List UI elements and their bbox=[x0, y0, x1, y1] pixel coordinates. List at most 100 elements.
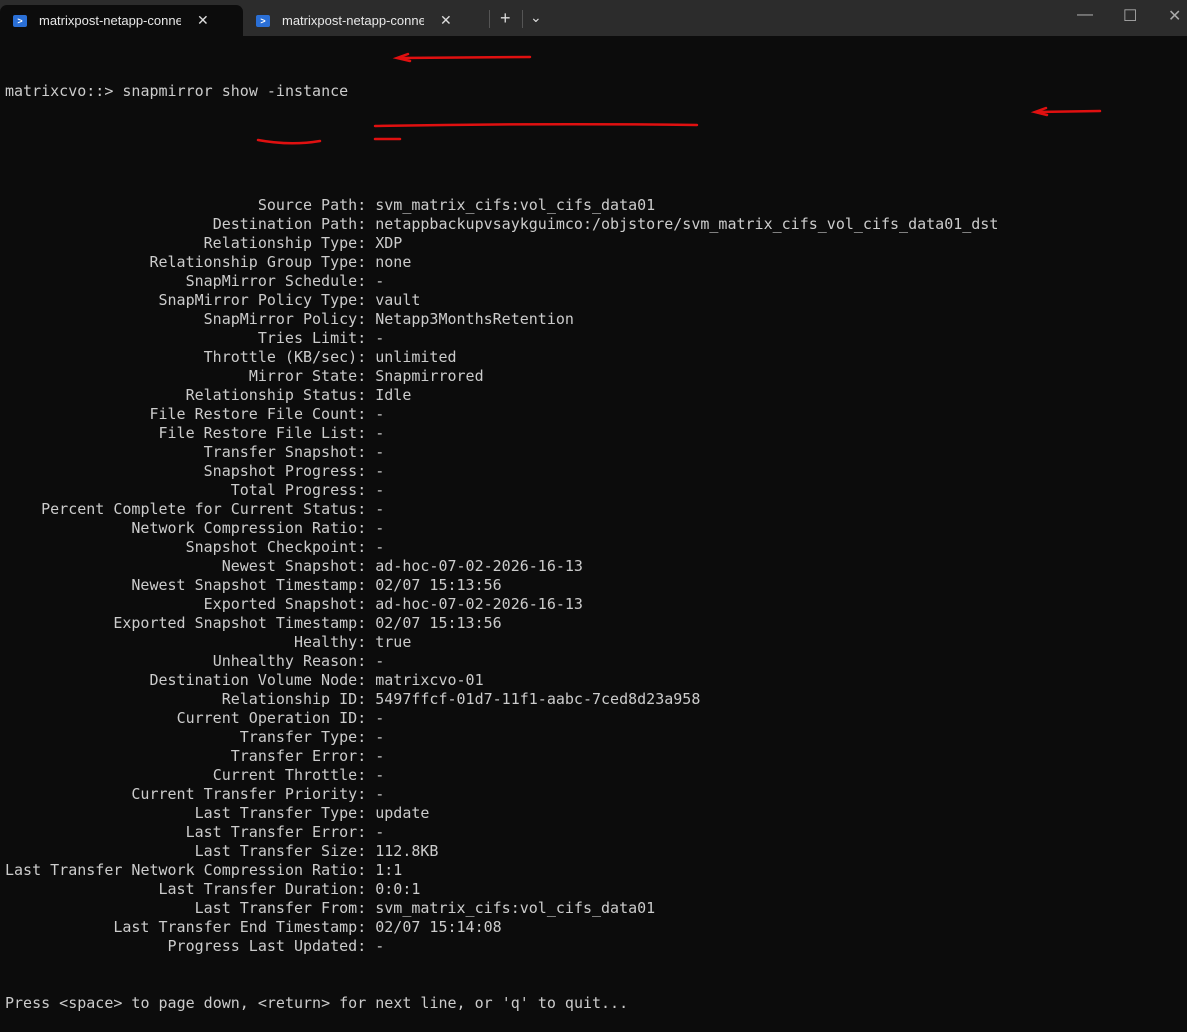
field-key: Transfer Error bbox=[230, 747, 358, 765]
field-key: Last Transfer From bbox=[194, 899, 358, 917]
separator: : bbox=[357, 671, 376, 689]
field-key: Last Transfer End Timestamp bbox=[113, 918, 358, 936]
separator: : bbox=[357, 272, 376, 290]
tab-dropdown-button[interactable]: ⌄ bbox=[530, 8, 542, 26]
field-row: Last Transfer Size: 112.8KB bbox=[5, 842, 998, 861]
field-row: Last Transfer From: svm_matrix_cifs:vol_… bbox=[5, 899, 998, 918]
snapmirror-fields: Source Path: svm_matrix_cifs:vol_cifs_da… bbox=[5, 196, 998, 956]
field-row: SnapMirror Policy Type: vault bbox=[5, 291, 998, 310]
field-value: - bbox=[375, 424, 385, 442]
divider bbox=[522, 10, 523, 28]
field-value: vault bbox=[375, 291, 421, 309]
field-key: Exported Snapshot bbox=[203, 595, 358, 613]
field-value: 1:1 bbox=[375, 861, 403, 879]
field-value: - bbox=[375, 652, 385, 670]
terminal-output[interactable]: matrixcvo::> snapmirror show -instance S… bbox=[5, 44, 998, 1032]
separator: : bbox=[357, 842, 376, 860]
field-row: Transfer Snapshot: - bbox=[5, 443, 998, 462]
field-value: XDP bbox=[375, 234, 403, 252]
tab-title: matrixpost-netapp-connector( bbox=[282, 13, 424, 28]
field-value: svm_matrix_cifs:vol_cifs_data01 bbox=[375, 899, 656, 917]
field-value: - bbox=[375, 728, 385, 746]
field-value: - bbox=[375, 937, 385, 955]
field-key: Throttle (KB/sec) bbox=[203, 348, 358, 366]
field-key: Relationship Status bbox=[185, 386, 358, 404]
field-row: Last Transfer End Timestamp: 02/07 15:14… bbox=[5, 918, 998, 937]
field-key: Relationship Type bbox=[203, 234, 358, 252]
separator: : bbox=[357, 405, 376, 423]
divider bbox=[489, 10, 490, 28]
tab-title: matrixpost-netapp-connector bbox=[39, 13, 181, 28]
field-value: ad-hoc-07-02-2026-16-13 bbox=[375, 557, 583, 575]
field-value: svm_matrix_cifs:vol_cifs_data01 bbox=[375, 196, 656, 214]
field-value: - bbox=[375, 481, 385, 499]
separator: : bbox=[357, 880, 376, 898]
field-key: Snapshot Progress bbox=[203, 462, 358, 480]
field-value: - bbox=[375, 709, 385, 727]
separator: : bbox=[357, 424, 376, 442]
field-key: Transfer Snapshot bbox=[203, 443, 358, 461]
field-value: none bbox=[375, 253, 412, 271]
field-row: Unhealthy Reason: - bbox=[5, 652, 998, 671]
field-key: File Restore File List bbox=[158, 424, 358, 442]
field-value: Idle bbox=[375, 386, 412, 404]
tab-second[interactable]: > matrixpost-netapp-connector( ✕ bbox=[243, 5, 488, 36]
field-row: Relationship Type: XDP bbox=[5, 234, 998, 253]
pager-prompt: Press <space> to page down, <return> for… bbox=[5, 994, 629, 1012]
separator: : bbox=[357, 443, 376, 461]
field-value: - bbox=[375, 329, 385, 347]
field-row: File Restore File Count: - bbox=[5, 405, 998, 424]
field-key: Exported Snapshot Timestamp bbox=[113, 614, 358, 632]
separator: : bbox=[357, 557, 376, 575]
field-value: 5497ffcf-01d7-11f1-aabc-7ced8d23a958 bbox=[375, 690, 701, 708]
field-value: - bbox=[375, 785, 385, 803]
field-row: Destination Volume Node: matrixcvo-01 bbox=[5, 671, 998, 690]
field-key: Destination Path bbox=[212, 215, 358, 233]
field-key: Total Progress bbox=[230, 481, 358, 499]
field-row: SnapMirror Schedule: - bbox=[5, 272, 998, 291]
field-row: Mirror State: Snapmirrored bbox=[5, 367, 998, 386]
separator: : bbox=[357, 196, 376, 214]
close-tab-icon[interactable]: ✕ bbox=[440, 12, 452, 29]
field-key: Percent Complete for Current Status bbox=[41, 500, 358, 518]
separator: : bbox=[357, 234, 376, 252]
field-value: Netapp3MonthsRetention bbox=[375, 310, 574, 328]
field-row: Tries Limit: - bbox=[5, 329, 998, 348]
field-row: Last Transfer Duration: 0:0:1 bbox=[5, 880, 998, 899]
field-row: Current Throttle: - bbox=[5, 766, 998, 785]
tab-active[interactable]: > matrixpost-netapp-connector ✕ bbox=[0, 5, 243, 36]
minimize-button[interactable]: — bbox=[1077, 6, 1093, 24]
separator: : bbox=[357, 918, 376, 936]
field-key: Current Transfer Priority bbox=[131, 785, 358, 803]
field-key: Last Transfer Type bbox=[194, 804, 358, 822]
separator: : bbox=[357, 709, 376, 727]
field-value: 02/07 15:13:56 bbox=[375, 614, 502, 632]
field-key: SnapMirror Schedule bbox=[185, 272, 358, 290]
close-window-button[interactable]: ✕ bbox=[1168, 6, 1181, 26]
separator: : bbox=[357, 367, 376, 385]
field-key: Current Throttle bbox=[212, 766, 358, 784]
close-tab-icon[interactable]: ✕ bbox=[197, 12, 209, 29]
separator: : bbox=[357, 253, 376, 271]
field-value: Snapmirrored bbox=[375, 367, 484, 385]
field-value: 112.8KB bbox=[375, 842, 439, 860]
maximize-button[interactable]: ☐ bbox=[1123, 6, 1137, 26]
field-row: Newest Snapshot Timestamp: 02/07 15:13:5… bbox=[5, 576, 998, 595]
new-tab-button[interactable]: + bbox=[500, 9, 511, 27]
field-key: Current Operation ID bbox=[176, 709, 358, 727]
separator: : bbox=[357, 804, 376, 822]
field-value: update bbox=[375, 804, 430, 822]
field-value: - bbox=[375, 500, 385, 518]
field-row: Source Path: svm_matrix_cifs:vol_cifs_da… bbox=[5, 196, 998, 215]
field-key: Progress Last Updated bbox=[167, 937, 358, 955]
field-value: true bbox=[375, 633, 412, 651]
field-row: Percent Complete for Current Status: - bbox=[5, 500, 998, 519]
field-row: Exported Snapshot Timestamp: 02/07 15:13… bbox=[5, 614, 998, 633]
separator: : bbox=[357, 823, 376, 841]
field-value: matrixcvo-01 bbox=[375, 671, 484, 689]
field-row: Newest Snapshot: ad-hoc-07-02-2026-16-13 bbox=[5, 557, 998, 576]
arrow-annotation bbox=[1034, 109, 1102, 114]
separator: : bbox=[357, 690, 376, 708]
separator: : bbox=[357, 728, 376, 746]
